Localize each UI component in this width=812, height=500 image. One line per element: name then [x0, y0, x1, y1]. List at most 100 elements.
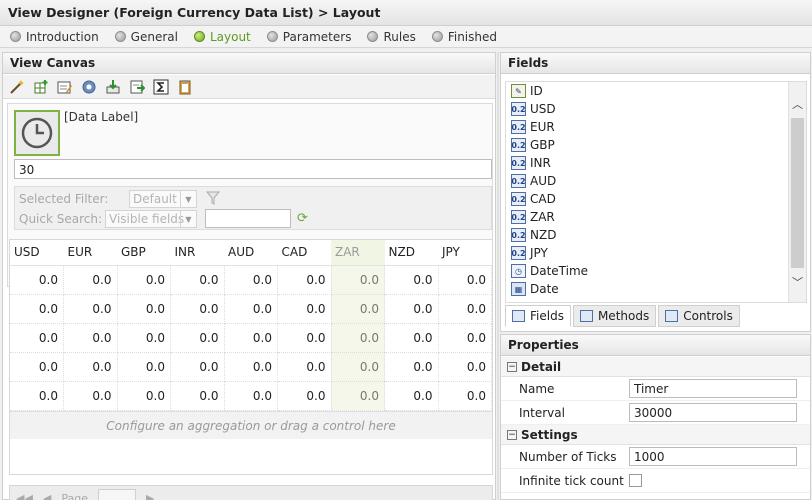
wizard-step-rules[interactable]: Rules — [367, 30, 416, 44]
table-row[interactable]: 0.0 0.0 0.0 0.0 0.0 0.0 0.0 0.0 0.0 — [10, 265, 492, 295]
quick-search-input[interactable] — [205, 209, 291, 228]
step-status-icon — [266, 31, 278, 42]
field-item-id[interactable]: ✎ ID — [506, 82, 806, 100]
tab-fields[interactable]: Fields — [505, 305, 571, 327]
aggregation-drop-zone[interactable]: Configure an aggregation or drag a contr… — [10, 410, 492, 439]
fields-tab-icon — [512, 310, 525, 322]
window-title: View Designer (Foreign Currency Data Lis… — [0, 0, 812, 26]
table-cell: 0.0 — [63, 294, 118, 324]
import-icon[interactable] — [103, 77, 123, 97]
field-item-label: USD — [530, 102, 556, 116]
field-item-gbp[interactable]: 0.2 GBP — [506, 136, 806, 154]
panel-splitter[interactable] — [497, 52, 499, 500]
table-row[interactable]: 0.0 0.0 0.0 0.0 0.0 0.0 0.0 0.0 0.0 — [10, 381, 492, 411]
edit-form-icon[interactable] — [55, 77, 75, 97]
decimal-field-icon: 0.2 — [511, 174, 526, 188]
table-cell: 0.0 — [438, 381, 492, 411]
column-header[interactable]: INR — [170, 240, 224, 266]
column-header[interactable]: NZD — [384, 240, 438, 266]
wizard-step-label: Parameters — [282, 29, 352, 44]
field-item-aud[interactable]: 0.2 AUD — [506, 172, 806, 190]
decimal-field-icon: 0.2 — [511, 120, 526, 134]
view-canvas-panel: View Canvas [Data Label] 30 Selected Fil… — [2, 52, 496, 500]
selected-filter-label: Selected Filter: — [19, 192, 109, 206]
refresh-icon[interactable]: ⟳ — [297, 211, 308, 226]
field-item-label: EUR — [530, 120, 555, 134]
field-item-zar[interactable]: 0.2 ZAR — [506, 208, 806, 226]
table-cell: 0.0 — [224, 323, 278, 353]
field-item-eur[interactable]: 0.2 EUR — [506, 118, 806, 136]
scroll-down-icon[interactable]: ﹀ — [789, 274, 806, 290]
column-header[interactable]: ZAR — [331, 240, 385, 266]
first-page-icon[interactable]: ◀◀ — [16, 492, 33, 500]
table-cell: 0.0 — [438, 265, 492, 295]
filter-funnel-icon[interactable] — [205, 190, 221, 209]
scroll-up-icon[interactable]: ︿ — [789, 96, 806, 112]
field-item-date[interactable]: ▦ Date — [506, 280, 806, 298]
table-cell: 0.0 — [117, 381, 171, 411]
field-item-cad[interactable]: 0.2 CAD — [506, 190, 806, 208]
table-cell: 0.0 — [170, 265, 225, 295]
tab-label: Methods — [597, 309, 650, 323]
add-grid-icon[interactable] — [31, 77, 51, 97]
wizard-step-parameters[interactable]: Parameters — [266, 29, 352, 44]
gear-icon[interactable] — [79, 77, 99, 97]
table-cell: 0.0 — [170, 294, 225, 324]
pager: ◀◀ ◀ Page ▶ — [9, 485, 493, 500]
collapse-icon[interactable]: − — [507, 361, 517, 372]
quick-search-scope-select[interactable]: Visible fields ▼ — [105, 210, 197, 228]
field-item-datetime[interactable]: ◷ DateTime — [506, 262, 806, 280]
controls-tab-icon — [665, 310, 679, 322]
wizard-step-layout[interactable]: Layout — [193, 30, 251, 44]
data-label[interactable]: [Data Label] — [64, 110, 138, 124]
column-header[interactable]: AUD — [224, 240, 278, 266]
sum-icon[interactable] — [151, 77, 171, 97]
table-cell: 0.0 — [10, 265, 64, 295]
table-row[interactable]: 0.0 0.0 0.0 0.0 0.0 0.0 0.0 0.0 0.0 — [10, 294, 492, 324]
wizard-step-finished[interactable]: Finished — [431, 29, 497, 44]
property-value-input[interactable]: 30000 — [629, 403, 797, 422]
field-item-jpy[interactable]: 0.2 JPY — [506, 244, 806, 262]
tab-controls[interactable]: Controls — [658, 305, 740, 327]
page-number-input[interactable] — [98, 489, 137, 500]
column-header[interactable]: EUR — [63, 240, 117, 266]
table-cell: 0.0 — [384, 294, 439, 324]
next-page-icon[interactable]: ▶ — [146, 492, 154, 500]
prev-page-icon[interactable]: ◀ — [43, 492, 51, 500]
magic-wand-icon[interactable] — [7, 77, 27, 97]
field-list-scrollbar[interactable]: ︿ ﹀ — [788, 82, 806, 302]
field-item-nzd[interactable]: 0.2 NZD — [506, 226, 806, 244]
timer-value-field[interactable]: 30 — [14, 159, 492, 179]
collapse-icon[interactable]: − — [507, 429, 517, 440]
column-header[interactable]: CAD — [277, 240, 331, 266]
wizard-step-general[interactable]: General — [114, 30, 178, 44]
export-icon[interactable] — [127, 77, 147, 97]
decimal-field-icon: 0.2 — [511, 228, 526, 242]
table-cell: 0.0 — [384, 265, 439, 295]
table-cell: 0.0 — [10, 352, 64, 382]
field-item-label: DateTime — [530, 264, 589, 278]
property-section-settings[interactable]: − Settings — [501, 425, 810, 445]
column-header[interactable]: USD — [10, 240, 64, 266]
property-section-detail[interactable]: − Detail — [501, 357, 810, 377]
column-header[interactable]: JPY — [438, 240, 492, 266]
infinite-tick-checkbox[interactable] — [629, 474, 642, 487]
timer-control[interactable] — [14, 110, 60, 156]
clipboard-icon[interactable] — [175, 77, 195, 97]
table-cell: 0.0 — [331, 381, 385, 411]
table-cell: 0.0 — [117, 352, 171, 382]
wizard-step-introduction[interactable]: Introduction — [10, 30, 99, 44]
property-value-input[interactable]: 1000 — [629, 447, 797, 466]
column-header[interactable]: GBP — [117, 240, 171, 266]
chevron-down-icon: ▼ — [180, 211, 196, 227]
scroll-thumb[interactable] — [791, 118, 804, 268]
wizard-step-label: Finished — [447, 29, 497, 44]
table-row[interactable]: 0.0 0.0 0.0 0.0 0.0 0.0 0.0 0.0 0.0 — [10, 352, 492, 382]
table-cell: 0.0 — [224, 381, 278, 411]
field-item-inr[interactable]: 0.2 INR — [506, 154, 806, 172]
tab-methods[interactable]: Methods — [572, 305, 657, 327]
property-value-input[interactable]: Timer — [629, 379, 797, 398]
field-item-usd[interactable]: 0.2 USD — [506, 100, 806, 118]
selected-filter-select[interactable]: Default ▼ — [129, 190, 197, 208]
table-row[interactable]: 0.0 0.0 0.0 0.0 0.0 0.0 0.0 0.0 0.0 — [10, 323, 492, 353]
